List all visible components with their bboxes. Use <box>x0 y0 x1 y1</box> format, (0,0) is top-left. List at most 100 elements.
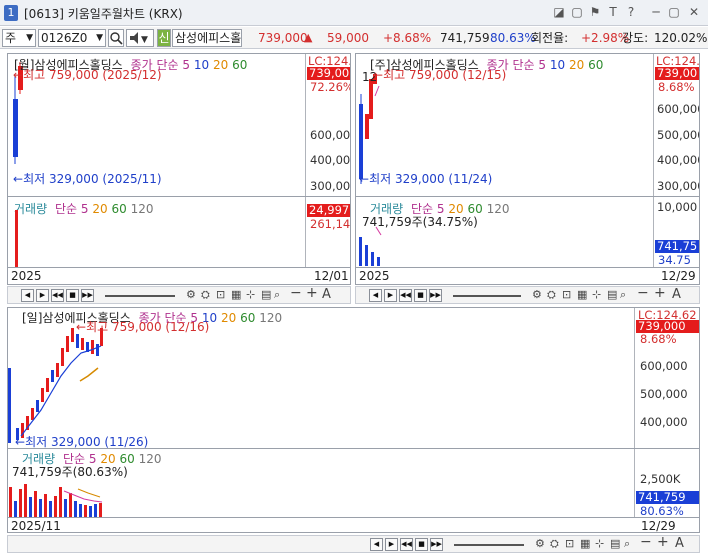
volume-label: 261,14 <box>310 217 351 231</box>
nav-last-button[interactable]: ▶▶ <box>81 289 94 302</box>
volume-bar <box>39 499 42 517</box>
new-listing-badge: 신 <box>157 29 171 47</box>
stop-button[interactable]: ■ <box>415 538 428 551</box>
layout-icon[interactable]: ▦ <box>577 288 587 301</box>
chart-type-icon[interactable]: ⊡ <box>565 537 574 550</box>
zoom-slider[interactable] <box>105 295 175 297</box>
zoom-out-button[interactable]: − <box>637 285 649 301</box>
volume-bar <box>29 497 32 517</box>
zoom-in-button[interactable]: + <box>654 285 666 301</box>
nav-last-button[interactable]: ▶▶ <box>429 289 442 302</box>
candle <box>66 336 69 352</box>
daily-volume-axis: 2,500K 741,759 80.63% <box>634 449 699 518</box>
nav-prev-button[interactable]: ◀ <box>369 289 382 302</box>
layout-icon[interactable]: ▦ <box>580 537 590 550</box>
sound-button[interactable]: ▼ <box>126 29 154 47</box>
volume-bar <box>359 237 362 266</box>
chart-type-icon[interactable]: ⊡ <box>216 288 225 301</box>
nav-next-button[interactable]: ▶ <box>385 538 398 551</box>
zoom-slider[interactable] <box>453 295 521 297</box>
stop-button[interactable]: ■ <box>414 289 427 302</box>
nav-prev-button[interactable]: ◀ <box>370 538 383 551</box>
font-size-button[interactable]: A <box>672 287 681 302</box>
grid-icon[interactable]: ▤ <box>610 537 620 550</box>
nav-last-button[interactable]: ▶▶ <box>430 538 443 551</box>
trade-volume: 741,759 <box>440 31 490 45</box>
weekly-volume-bars[interactable] <box>356 197 396 267</box>
stop-button[interactable]: ■ <box>66 289 79 302</box>
settings-icon[interactable]: ⚙ <box>535 537 545 550</box>
daily-chart-pane: [일]삼성에피스홀딩스 종가 단순 5 10 20 60 120 ←최고 759… <box>7 307 700 533</box>
zoom-in-button[interactable]: + <box>306 285 318 301</box>
tools-icon[interactable]: ⛭ <box>547 288 556 302</box>
minimize-button[interactable]: ─ <box>648 4 664 20</box>
monthly-date-bar: 2025 12/01 <box>8 267 350 283</box>
tick-label: 300,000 <box>657 179 700 193</box>
crosshair-icon[interactable]: ⊹ <box>592 288 601 301</box>
daily-volume-bars[interactable] <box>8 449 118 519</box>
nav-first-button[interactable]: ◀◀ <box>51 289 64 302</box>
magnify-icon[interactable]: ⌕ <box>620 288 626 302</box>
volume-bar <box>9 487 12 517</box>
help-icon[interactable]: ? <box>623 4 639 20</box>
high-marker: ←최고 759,000 (12/16) <box>76 320 210 334</box>
text-icon[interactable]: T <box>605 4 621 20</box>
zoom-in-button[interactable]: + <box>657 534 669 550</box>
tools-icon[interactable]: ⛭ <box>550 537 559 551</box>
font-size-button[interactable]: A <box>675 536 684 551</box>
market-select[interactable]: 주 ▼ <box>2 29 36 47</box>
tick-label: 500,000 <box>640 387 688 401</box>
tick-label: 400,000 <box>310 153 351 167</box>
crosshair-icon[interactable]: ⊹ <box>595 537 604 550</box>
link-icon[interactable]: ◪ <box>551 4 567 20</box>
low-marker: ←최저 329,000 (2025/11) <box>13 172 162 186</box>
close-button[interactable]: ✕ <box>686 4 702 20</box>
volume-bar <box>34 491 37 517</box>
zoom-out-button[interactable]: − <box>640 534 652 550</box>
font-size-button[interactable]: A <box>322 287 331 302</box>
zoom-slider[interactable] <box>454 544 524 546</box>
restore-icon[interactable]: ▢ <box>569 4 585 20</box>
daily-price-axis: LC:124.62 739,000 8.68% 600,000 500,000 … <box>634 308 699 448</box>
stock-code-input[interactable]: 0126Z0 ▼ <box>38 29 106 47</box>
grid-icon[interactable]: ▤ <box>261 288 271 301</box>
stock-name-field[interactable]: 삼성에피스홀 <box>172 29 242 47</box>
nav-prev-button[interactable]: ◀ <box>21 289 34 302</box>
magnify-icon[interactable]: ⌕ <box>274 288 280 302</box>
zoom-out-button[interactable]: − <box>290 285 302 301</box>
volume-box: 24,997 <box>307 203 350 217</box>
nav-next-button[interactable]: ▶ <box>384 289 397 302</box>
date-start: 2025/11 <box>11 519 61 533</box>
nav-first-button[interactable]: ◀◀ <box>399 289 412 302</box>
crosshair-icon[interactable]: ⊹ <box>246 288 255 301</box>
pin-icon[interactable]: ⚑ <box>587 4 603 20</box>
volume-bar <box>371 252 374 266</box>
settings-icon[interactable]: ⚙ <box>532 288 542 301</box>
nav-first-button[interactable]: ◀◀ <box>400 538 413 551</box>
daily-date-bar: 2025/11 12/29 <box>8 517 699 533</box>
volume-bar <box>59 487 62 517</box>
maximize-button[interactable]: ▢ <box>666 4 682 20</box>
nav-next-button[interactable]: ▶ <box>36 289 49 302</box>
tick-label: 2,500K <box>640 472 681 486</box>
volume-bar <box>24 484 27 517</box>
pct-label: 8.68% <box>640 332 677 346</box>
monthly-volume-bars[interactable] <box>8 200 38 270</box>
tools-icon[interactable]: ⛭ <box>201 288 210 302</box>
ind-10: 10 <box>549 58 566 72</box>
volume-bar <box>19 489 22 517</box>
ind-60: 60 <box>588 58 604 72</box>
speaker-icon: ▼ <box>130 32 148 45</box>
search-button[interactable] <box>108 29 124 47</box>
settings-icon[interactable]: ⚙ <box>186 288 196 301</box>
magnify-icon[interactable]: ⌕ <box>624 537 630 551</box>
grid-icon[interactable]: ▤ <box>607 288 617 301</box>
chart-type-icon[interactable]: ⊡ <box>562 288 571 301</box>
low-marker: ←최저 329,000 (11/24) <box>359 172 493 186</box>
ind-60: 60 <box>240 311 256 325</box>
title-bar: 1 [0613] 키움일주월차트 (KRX) ◪ ▢ ⚑ T ? ─ ▢ ✕ <box>0 0 708 26</box>
layout-icon[interactable]: ▦ <box>231 288 241 301</box>
monthly-control-bar: ◀ ▶ ◀◀ ■ ▶▶ ⚙ ⛭ ⊡ ▦ ⊹ ▤ ⌕ − + A <box>7 285 351 304</box>
high-marker: ←최고 759,000 (12/15) <box>373 68 507 82</box>
candle <box>8 368 11 443</box>
